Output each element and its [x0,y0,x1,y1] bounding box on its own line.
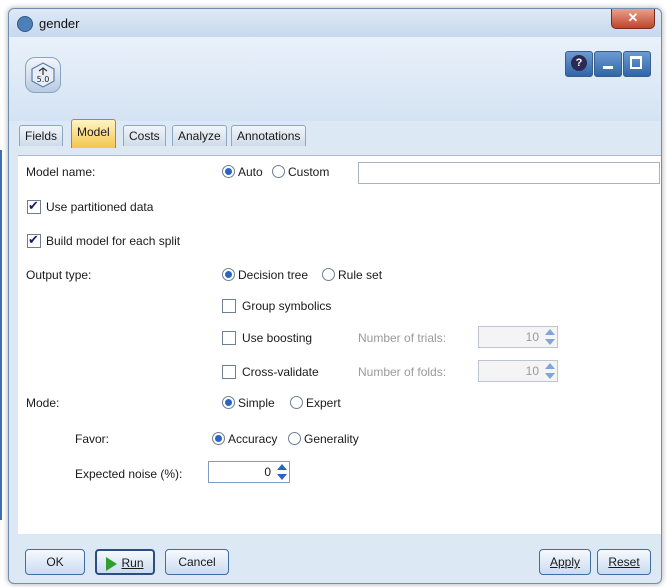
output-type-label: Output type: [26,268,92,282]
tab-annotations[interactable]: Annotations [231,125,307,146]
use-partitioned-data-checkbox[interactable] [27,198,41,214]
mode-label: Mode: [26,396,60,410]
tab-fields[interactable]: Fields [19,125,64,146]
app-icon [17,16,33,32]
model-name-auto-radio[interactable] [222,165,235,178]
maximize-button[interactable] [623,51,651,77]
minimize-button[interactable] [594,51,622,77]
use-boosting-checkbox[interactable] [222,331,236,345]
dialog-window: gender ✕ 5.0 ? Fields Model Costs Analyz… [8,8,662,584]
mode-simple-radio[interactable] [222,396,235,409]
window-title: gender [39,16,80,31]
favor-generality-label[interactable]: Generality [304,432,359,446]
mode-expert-radio[interactable] [290,396,303,409]
apply-button[interactable]: Apply [539,549,591,575]
play-icon [106,556,118,571]
minimize-icon [603,66,613,69]
favor-accuracy-radio[interactable] [212,432,225,445]
group-symbolics-checkbox[interactable] [222,299,236,313]
decision-tree-radio[interactable] [222,268,235,281]
rule-set-label[interactable]: Rule set [338,268,382,282]
use-partitioned-data-label[interactable]: Use partitioned data [46,200,153,214]
build-model-each-split-checkbox[interactable] [27,232,41,248]
number-of-folds-value: 10 [525,364,539,378]
model-name-label: Model name: [26,165,96,179]
trials-spin-arrows[interactable] [543,327,557,347]
tab-model[interactable]: Model [71,119,116,148]
number-of-folds-label: Number of folds: [358,365,447,379]
build-model-each-split-label[interactable]: Build model for each split [46,234,180,248]
model-name-custom-label[interactable]: Custom [288,165,329,179]
favor-generality-radio[interactable] [288,432,301,445]
favor-label: Favor: [75,432,110,446]
cancel-button[interactable]: Cancel [165,549,229,575]
left-edge-line [0,150,2,520]
favor-accuracy-label[interactable]: Accuracy [228,432,277,446]
expected-noise-label: Expected noise (%): [75,467,183,481]
mode-simple-label[interactable]: Simple [238,396,275,410]
reset-button[interactable]: Reset [597,549,651,575]
ok-button[interactable]: OK [25,549,85,575]
cross-validate-label[interactable]: Cross-validate [242,365,319,379]
folds-spin-arrows[interactable] [543,361,557,381]
number-of-trials-value: 10 [525,330,539,344]
noise-spin-arrows[interactable] [275,462,289,482]
tab-costs[interactable]: Costs [123,125,166,146]
number-of-trials-stepper[interactable]: 10 [478,326,558,348]
help-icon: ? [571,55,587,71]
group-symbolics-label[interactable]: Group symbolics [242,299,331,313]
expected-noise-stepper[interactable]: 0 [208,461,290,483]
mode-expert-label[interactable]: Expert [306,396,341,410]
header-area: 5.0 ? [9,37,661,121]
model-icon: 5.0 [25,57,61,93]
tab-analyze[interactable]: Analyze [172,125,227,146]
svg-text:5.0: 5.0 [37,75,50,84]
cross-validate-checkbox[interactable] [222,365,236,379]
decision-tree-label[interactable]: Decision tree [238,268,308,282]
use-boosting-label[interactable]: Use boosting [242,331,312,345]
help-button[interactable]: ? [565,51,593,77]
model-name-input[interactable] [358,162,660,184]
title-bar: gender ✕ [9,9,661,37]
number-of-folds-stepper[interactable]: 10 [478,360,558,382]
model-name-auto-label[interactable]: Auto [238,165,263,179]
close-icon[interactable]: ✕ [611,9,655,29]
expected-noise-value: 0 [264,465,271,479]
number-of-trials-label: Number of trials: [358,331,447,345]
model-name-custom-radio[interactable] [272,165,285,178]
run-button[interactable]: Run [95,549,155,575]
rule-set-radio[interactable] [322,268,335,281]
run-label: Run [121,556,144,570]
model-settings-panel: Model name: Auto Custom Use partitioned … [18,155,661,534]
maximize-icon [630,56,642,69]
